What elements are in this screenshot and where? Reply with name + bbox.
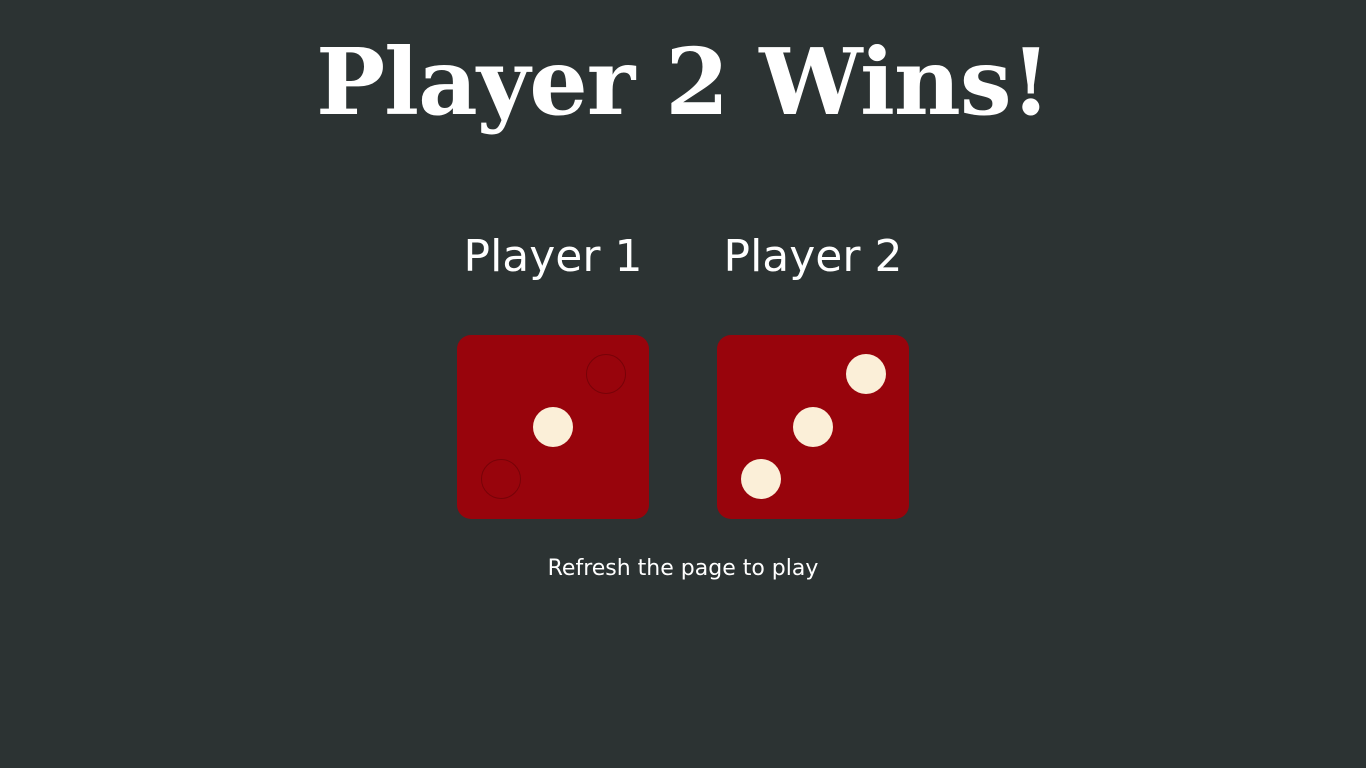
player-1-panel: Player 1 (457, 226, 649, 519)
refresh-hint: Refresh the page to play (547, 556, 819, 581)
player-2-die (717, 335, 909, 519)
player-2-name: Player 2 (723, 231, 903, 282)
player-1-name: Player 1 (463, 231, 643, 282)
die-pip (533, 407, 573, 447)
die-pip (793, 407, 833, 447)
die-pip-ghost (586, 354, 626, 394)
result-title: Player 2 Wins! (316, 28, 1051, 136)
dice-game-page: Player 2 Wins! Player 1 Player 2 Refresh… (0, 0, 1366, 768)
player-1-die (457, 335, 649, 519)
die-pip (741, 459, 781, 499)
player-2-panel: Player 2 (717, 226, 909, 519)
die-pip (846, 354, 886, 394)
die-pip-ghost (481, 459, 521, 499)
